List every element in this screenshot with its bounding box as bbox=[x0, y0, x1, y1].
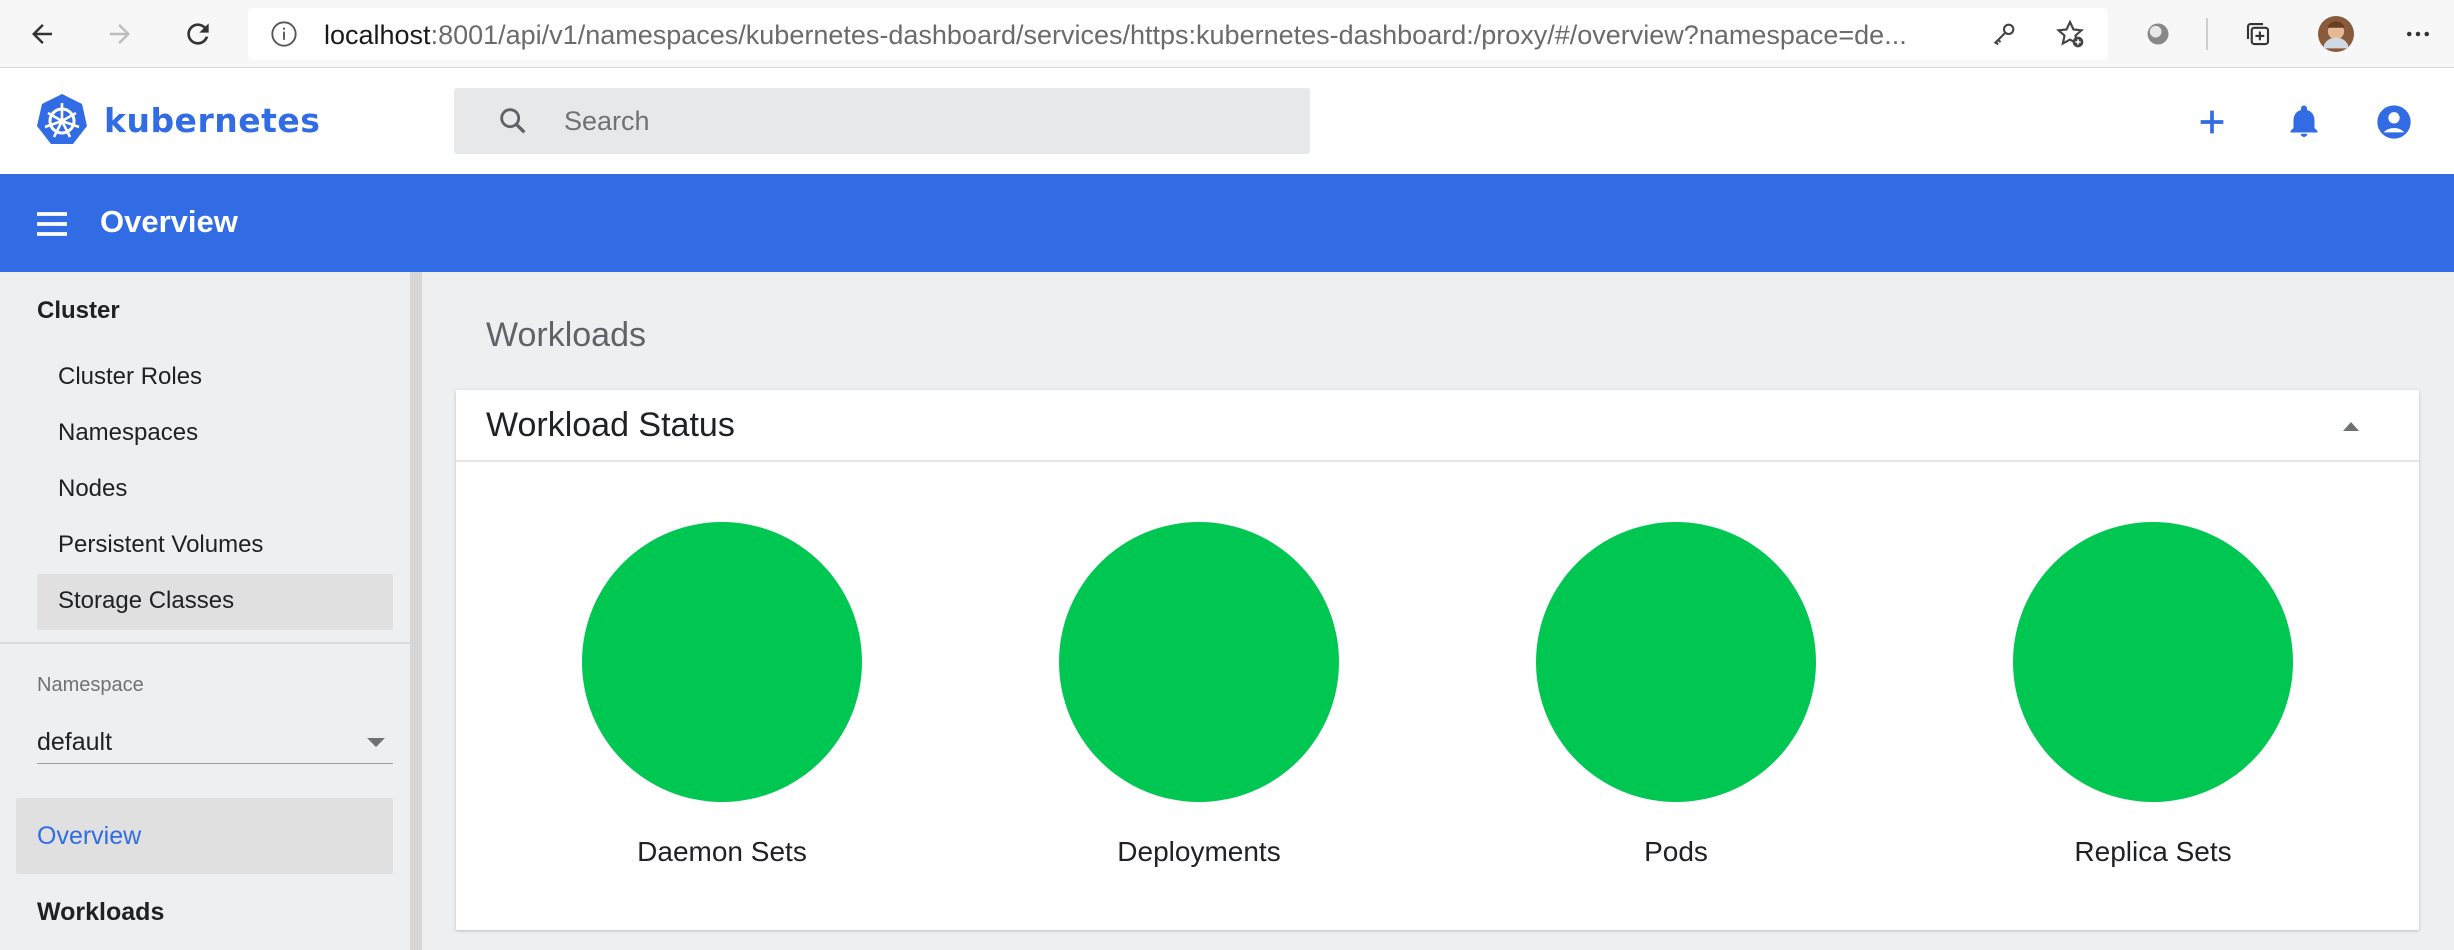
collections-icon[interactable] bbox=[2240, 16, 2276, 52]
card-title: Workload Status bbox=[486, 406, 735, 444]
status-daemon-sets[interactable]: Daemon Sets bbox=[582, 522, 862, 868]
user-photo-icon bbox=[2318, 16, 2354, 52]
reload-icon bbox=[187, 23, 209, 45]
back-button[interactable] bbox=[22, 14, 62, 54]
sidebar-item-namespaces[interactable]: Namespaces bbox=[58, 419, 198, 447]
status-chart-circle bbox=[1536, 522, 1816, 802]
key-icon[interactable] bbox=[1990, 20, 2018, 48]
back-arrow-icon bbox=[32, 24, 52, 44]
account-button[interactable] bbox=[2372, 100, 2416, 144]
status-chart-circle bbox=[2013, 522, 2293, 802]
workload-status-card: Workload Status Daemon Sets Deployments … bbox=[456, 390, 2419, 930]
create-button[interactable] bbox=[2190, 100, 2234, 144]
notifications-button[interactable] bbox=[2282, 100, 2326, 144]
namespace-value: default bbox=[37, 728, 113, 756]
sidebar-item-nodes[interactable]: Nodes bbox=[58, 475, 127, 503]
profile-avatar[interactable] bbox=[2318, 16, 2354, 52]
sidebar-item-overview[interactable]: Overview bbox=[37, 822, 141, 851]
sidebar-scrollbar[interactable] bbox=[410, 272, 422, 950]
forward-button[interactable] bbox=[100, 14, 140, 54]
status-deployments[interactable]: Deployments bbox=[1059, 522, 1339, 868]
kubernetes-logo[interactable]: kubernetes bbox=[34, 92, 320, 148]
dropdown-caret-icon bbox=[367, 738, 385, 747]
status-replica-sets[interactable]: Replica Sets bbox=[2013, 522, 2293, 868]
status-label: Pods bbox=[1644, 836, 1708, 867]
sidebar-item-persistent-volumes[interactable]: Persistent Volumes bbox=[58, 531, 263, 559]
sidebar-heading-cluster[interactable]: Cluster bbox=[37, 297, 120, 325]
search-input[interactable] bbox=[562, 104, 1266, 138]
brand-name: kubernetes bbox=[104, 100, 321, 140]
status-label: Deployments bbox=[1117, 836, 1281, 867]
more-options-icon[interactable] bbox=[2400, 16, 2436, 52]
reload-button[interactable] bbox=[178, 14, 218, 54]
hamburger-menu-icon[interactable] bbox=[32, 204, 72, 244]
kubernetes-helm-icon bbox=[37, 94, 87, 144]
page-toolbar: Overview bbox=[0, 174, 2454, 272]
address-bar[interactable]: localhost:8001/api/v1/namespaces/kuberne… bbox=[248, 8, 2108, 60]
search-icon bbox=[500, 108, 526, 134]
status-chart-circle bbox=[582, 522, 862, 802]
status-chart-circle bbox=[1059, 522, 1339, 802]
forward-arrow-icon bbox=[110, 24, 130, 44]
section-title: Workloads bbox=[486, 316, 646, 354]
card-header: Workload Status bbox=[456, 390, 2419, 462]
status-label: Daemon Sets bbox=[637, 836, 807, 867]
sidebar-divider bbox=[0, 642, 410, 644]
plus-icon bbox=[2200, 110, 2224, 134]
page-title: Overview bbox=[100, 204, 238, 239]
toolbar-divider bbox=[2206, 18, 2208, 50]
caret-up-icon bbox=[2343, 422, 2359, 431]
browser-toolbar: localhost:8001/api/v1/namespaces/kuberne… bbox=[0, 0, 2454, 68]
info-icon[interactable] bbox=[270, 20, 298, 48]
status-pods[interactable]: Pods bbox=[1536, 522, 1816, 868]
status-label: Replica Sets bbox=[2074, 836, 2232, 867]
bell-icon bbox=[2290, 105, 2318, 137]
extension-icon[interactable] bbox=[2140, 16, 2176, 52]
sidebar-item-cluster-roles[interactable]: Cluster Roles bbox=[58, 363, 202, 391]
app-header: kubernetes bbox=[0, 68, 2454, 174]
sidebar-heading-workloads[interactable]: Workloads bbox=[37, 898, 164, 927]
url-text: localhost:8001/api/v1/namespaces/kuberne… bbox=[324, 20, 1907, 50]
account-circle-icon bbox=[2377, 105, 2411, 139]
sidebar-item-storage-classes[interactable]: Storage Classes bbox=[58, 587, 234, 615]
namespace-select[interactable]: default bbox=[37, 716, 393, 764]
favorite-star-icon[interactable] bbox=[2054, 18, 2086, 50]
search-bar[interactable] bbox=[454, 88, 1310, 154]
namespace-label: Namespace bbox=[37, 674, 144, 696]
collapse-button[interactable] bbox=[2339, 416, 2363, 436]
